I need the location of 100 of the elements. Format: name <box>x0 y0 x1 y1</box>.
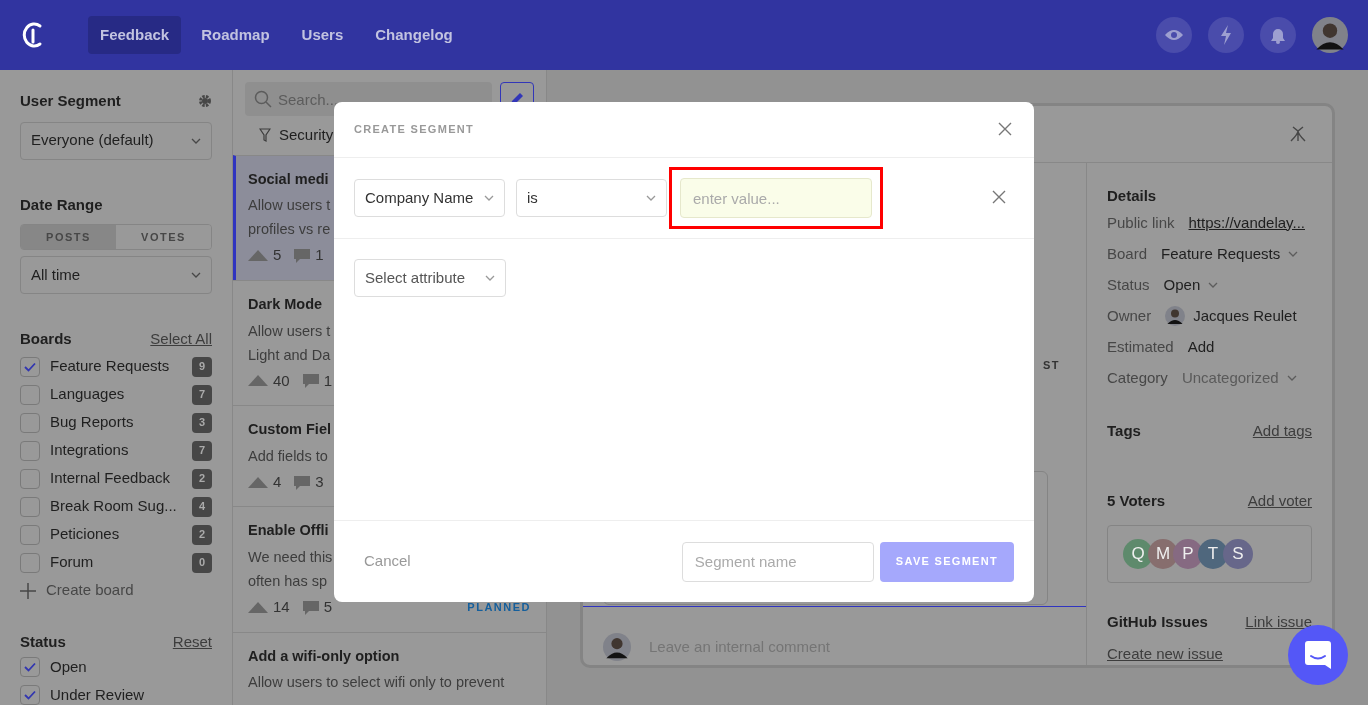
create-board-link[interactable]: Create board <box>46 579 134 602</box>
nav-tab[interactable]: Feedback <box>88 15 182 55</box>
activity-button[interactable] <box>1208 17 1244 53</box>
checkbox[interactable] <box>20 685 40 705</box>
status-label: Open <box>50 656 87 677</box>
chevron-icon <box>484 195 494 201</box>
public-link[interactable]: https://vandelay... <box>1188 211 1305 235</box>
user-avatar <box>1312 17 1348 53</box>
upvote-icon <box>248 375 268 387</box>
notifications-button[interactable] <box>1260 17 1296 53</box>
filter-label[interactable]: Security <box>279 124 334 147</box>
comment-icon <box>302 373 319 389</box>
section-title: GitHub Issues <box>1107 611 1208 632</box>
comment-count: 1 <box>323 370 333 391</box>
post-excerpt: Add fields to <box>248 446 328 466</box>
nav-tab[interactable]: Changelog <box>363 15 465 55</box>
checkbox[interactable] <box>20 657 40 677</box>
board-label: Languages <box>50 384 126 405</box>
owner-avatar <box>1165 306 1186 326</box>
check-icon <box>24 361 36 372</box>
post-excerpt: Allow users t Light and Da <box>248 321 331 365</box>
checkbox[interactable] <box>20 356 40 377</box>
count-badge: 2 <box>192 468 212 489</box>
field-label: Category <box>1107 367 1168 388</box>
post-excerpt: Allow users t profiles vs re <box>248 196 331 240</box>
chevron-icon <box>1208 282 1219 288</box>
count-badge: 3 <box>192 412 212 433</box>
section-title: 5 Voters <box>1107 491 1166 511</box>
chat-button[interactable] <box>1288 625 1348 685</box>
operator-dropdown[interactable]: is <box>516 179 667 217</box>
count-badge: 7 <box>192 440 212 461</box>
gear-icon[interactable] <box>198 94 212 109</box>
cancel-button[interactable]: Cancel <box>354 542 421 581</box>
comment-count: 5 <box>323 597 333 617</box>
section-title: Status <box>20 631 66 652</box>
check-icon <box>24 690 36 700</box>
count-badge: 4 <box>192 496 212 517</box>
remove-button[interactable] <box>992 190 1008 206</box>
chevron-icon <box>191 272 201 278</box>
section-title: Boards <box>20 329 72 349</box>
post-item[interactable]: Add a wifi-only option Allow users to select wifi only to prevent <box>233 631 546 705</box>
checkbox[interactable] <box>20 440 40 461</box>
field-label: Owner <box>1107 305 1152 326</box>
merge-icon[interactable] <box>1289 126 1307 142</box>
segment-dropdown[interactable]: Everyone (default) <box>20 121 212 160</box>
field-dropdown[interactable]: Open <box>1163 273 1219 297</box>
count-badge: 7 <box>192 384 212 405</box>
vote-count: 5 <box>273 245 282 266</box>
field-label: Status <box>1107 274 1150 295</box>
preview-button[interactable] <box>1156 17 1192 53</box>
field-label: Board <box>1107 243 1148 264</box>
board-label: Peticiones <box>50 524 121 545</box>
board-label: Forum <box>50 552 95 573</box>
text-link[interactable]: Add tags <box>1252 419 1312 442</box>
value-field[interactable]: enter value... <box>680 178 872 218</box>
text-link[interactable]: Add voter <box>1247 490 1312 513</box>
commenter-avatar <box>603 633 631 661</box>
close-icon <box>998 121 1012 136</box>
checkbox[interactable] <box>20 384 40 405</box>
nav-tab[interactable]: Users <box>289 15 356 55</box>
comment-icon <box>294 474 311 490</box>
section-title: Details <box>1107 186 1158 206</box>
modal-title: CREATE SEGMENT <box>354 122 475 138</box>
text-link[interactable]: Create new issue <box>1107 643 1223 665</box>
chat-icon <box>1305 641 1331 669</box>
chevron-icon <box>1286 375 1297 381</box>
board-label: Bug Reports <box>50 412 135 433</box>
nav-tab[interactable]: Roadmap <box>189 15 282 55</box>
chevron-icon <box>191 137 201 144</box>
upvote-icon <box>248 601 268 613</box>
segment-name-field[interactable]: Segment name <box>681 541 874 582</box>
text-link[interactable]: Reset <box>172 630 212 653</box>
post-excerpt: We need this often has sp <box>248 548 333 591</box>
post-title: Enable Offli <box>248 521 329 541</box>
vote-count: 14 <box>273 597 290 617</box>
checkbox[interactable] <box>20 412 40 433</box>
comment-icon <box>294 248 311 263</box>
chevron-icon <box>646 195 656 201</box>
field-value[interactable]: Add <box>1187 335 1215 359</box>
post-title: Add a wifi-only option <box>248 646 400 666</box>
column-label: ST <box>1042 359 1060 371</box>
checkbox[interactable] <box>20 468 40 489</box>
upvote-icon <box>248 476 268 488</box>
status-label: PLANNED <box>467 600 531 615</box>
attribute-dropdown[interactable]: Select attribute <box>354 259 506 297</box>
voter-avatar: S <box>1223 538 1253 569</box>
checkbox[interactable] <box>20 496 40 517</box>
board-label: Internal Feedback <box>50 468 172 489</box>
field-dropdown[interactable]: Feature Requests <box>1161 242 1299 266</box>
post-title: Dark Mode <box>248 294 323 314</box>
owner-name[interactable]: Jacques Reulet <box>1193 304 1297 328</box>
close-button[interactable] <box>998 121 1014 138</box>
checkbox[interactable] <box>20 524 40 545</box>
attribute-dropdown[interactable]: Company Name <box>354 179 505 217</box>
checkbox[interactable] <box>20 552 40 573</box>
text-link[interactable]: Link issue <box>1245 610 1312 633</box>
text-link[interactable]: Select All <box>150 328 212 351</box>
post-title: Social medi <box>248 169 329 189</box>
date-dropdown[interactable]: All time <box>20 256 212 294</box>
count-badge: 0 <box>192 552 212 573</box>
